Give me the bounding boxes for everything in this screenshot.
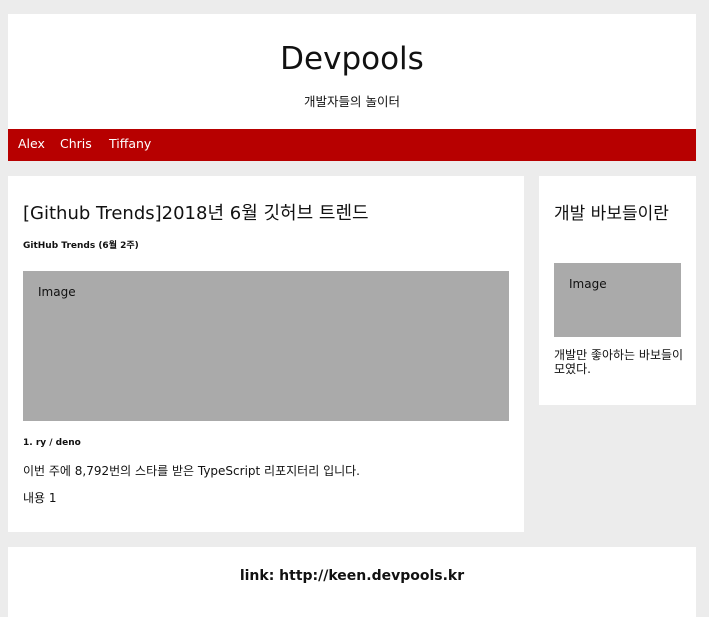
sidebar-text: 개발만 좋아하는 바보들이 모였다. xyxy=(554,348,684,376)
sidebar-image-label: Image xyxy=(569,277,607,291)
post-paragraph: 이번 주에 8,792번의 스타를 받은 TypeScript 리포지터리 입니… xyxy=(23,464,360,478)
post-image-placeholder: Image xyxy=(23,271,509,421)
post-section-heading: 1. ry / deno xyxy=(23,438,81,448)
sidebar-image-placeholder: Image xyxy=(554,263,681,337)
site-header: Devpools 개발자들의 놀이터 xyxy=(8,14,696,129)
post-title: [Github Trends]2018년 6월 깃허브 트렌드 xyxy=(23,203,369,224)
nav-link-chris[interactable]: Chris xyxy=(60,129,92,161)
site-footer: link: http://keen.devpools.kr xyxy=(8,547,696,617)
site-title: Devpools xyxy=(280,41,424,77)
main-post-card: [Github Trends]2018년 6월 깃허브 트렌드 GitHub T… xyxy=(8,176,524,532)
post-paragraph: 내용 1 xyxy=(23,491,57,505)
nav-link-alex[interactable]: Alex xyxy=(18,129,45,161)
footer-link[interactable]: link: http://keen.devpools.kr xyxy=(8,567,696,585)
site-subtitle: 개발자들의 놀이터 xyxy=(304,94,400,109)
nav-link-tiffany[interactable]: Tiffany xyxy=(109,129,151,161)
top-navigation: Alex Chris Tiffany xyxy=(8,129,696,161)
post-image-label: Image xyxy=(38,285,76,299)
sidebar-card: 개발 바보들이란 Image 개발만 좋아하는 바보들이 모였다. xyxy=(539,176,696,405)
post-subtitle: GitHub Trends (6월 2주) xyxy=(23,241,139,251)
sidebar-title: 개발 바보들이란 xyxy=(554,204,669,224)
